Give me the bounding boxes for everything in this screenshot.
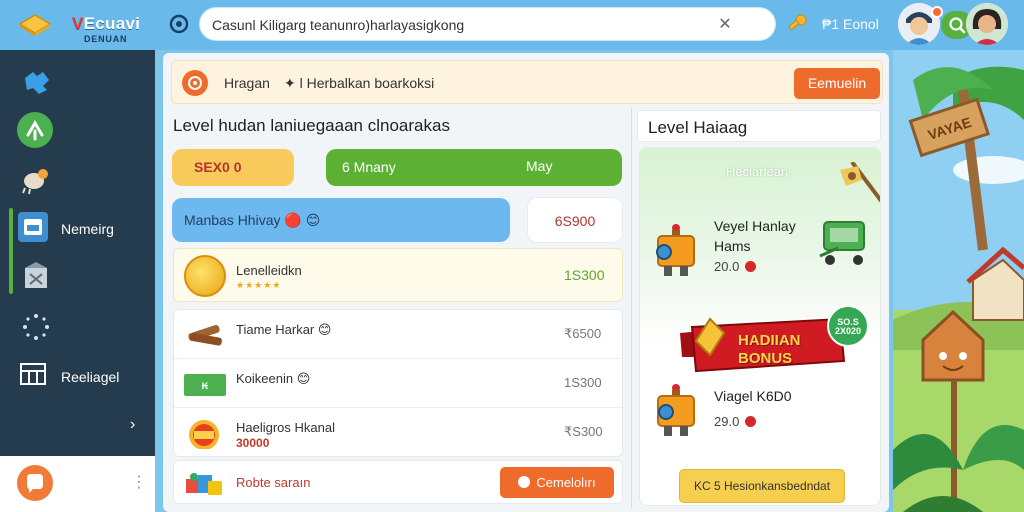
right-header: Level Haiaag — [637, 110, 881, 142]
claim-icon — [518, 476, 531, 488]
dots-icon[interactable]: ⋮ — [131, 472, 147, 492]
item-value: ₹6500 — [564, 326, 602, 341]
profile-avatar[interactable] — [966, 3, 1008, 45]
ticket-glyph: ₭ — [202, 381, 209, 391]
chat-bubble-icon — [27, 474, 43, 493]
puzzle-icon[interactable] — [19, 64, 53, 98]
alert-icon — [182, 70, 208, 96]
cart-icon[interactable] — [816, 216, 872, 268]
list-item[interactable]: ₭ Koikeenin 😊 1S300 — [174, 359, 624, 408]
sparkle-icon[interactable] — [19, 310, 53, 344]
panel-header: Heclarlean — [726, 164, 789, 179]
tools-icon[interactable] — [16, 111, 54, 149]
scenery-panel: VAYAE — [893, 50, 1024, 512]
bonus-label-line1: HADIIAN — [738, 332, 801, 349]
item-value: 1S300 — [564, 375, 602, 390]
item-name: Tiame Harkar 😊 — [236, 322, 332, 337]
quest-value: 6S900 — [527, 197, 623, 243]
list-item[interactable]: Haeligros Hkanal 30000 ₹S300 — [174, 408, 624, 457]
announcement-banner: Hragan ✦ l Herbalkan boarkoksi Eemuelin — [171, 60, 883, 104]
reward-title: Robte saraın — [236, 475, 311, 490]
logo-subtitle: DENUAN — [84, 34, 128, 44]
close-icon[interactable]: ✕ — [716, 14, 734, 34]
item-name: Koikeenin 😊 — [236, 371, 311, 386]
robot-icon-2[interactable] — [650, 382, 700, 440]
gift-pile-icon — [186, 473, 222, 495]
sidebar-footer: ⋮ — [0, 456, 155, 512]
sidebar: Nemeirg Reeliagel › — [0, 50, 155, 456]
gold-coin-icon — [184, 255, 226, 297]
treasure-chest-icon — [189, 420, 219, 449]
claim-button[interactable]: Cemelolırı — [500, 467, 614, 498]
grid-icon — [20, 363, 46, 385]
column-divider — [631, 108, 632, 508]
sidebar-item-label: Nemeirg — [61, 221, 114, 237]
level-item-value-2-text: 29.0 — [714, 414, 740, 429]
bonus-label-line2: BONUS — [738, 350, 793, 367]
item-list: Tiame Harkar 😊 ₹6500 ₭ Koikeenin 😊 1S300… — [173, 309, 624, 457]
wood-icon — [188, 325, 222, 346]
bag-icon[interactable] — [19, 258, 53, 292]
featured-item-card[interactable]: Lenelleidkn ★★★★★ 1S300 — [173, 248, 623, 302]
tropical-scenery-illustration: VAYAE — [893, 50, 1024, 512]
chevron-right-icon[interactable]: › — [130, 416, 135, 434]
notification-badge — [931, 6, 943, 18]
level-cta-button[interactable]: KC 5 Hesionkansbedndat — [679, 469, 845, 503]
level-item-name-2: Viagel K6D0 — [714, 388, 792, 404]
banner-action-button[interactable]: Eemuelin — [794, 68, 880, 99]
level-item-value: 20.0 — [714, 259, 757, 274]
bonus-badge: SO.S 2X020 — [827, 305, 869, 347]
energy-pill-label: 6 Mnany — [342, 159, 396, 175]
right-title: Level Haiaag — [648, 118, 748, 137]
top-bar: VEcuavi DENUAN Casunl Kiligarg teanunro)… — [0, 0, 1024, 50]
home-icon[interactable] — [168, 13, 190, 35]
app-logo[interactable]: VEcuavi DENUAN — [14, 8, 154, 44]
level-item-value-2: 29.0 — [714, 414, 757, 429]
calendar-icon — [18, 212, 48, 242]
robot-icon[interactable] — [650, 222, 700, 280]
sidebar-item-label: Reeliagel — [61, 369, 120, 385]
sidebar-item-nemeirg[interactable]: Nemeirg — [0, 208, 155, 248]
banner-subtitle: ✦ l Herbalkan boarkoksi — [284, 75, 435, 91]
list-item[interactable]: Tiame Harkar 😊 ₹6500 — [174, 310, 624, 359]
level-item-value-text: 20.0 — [714, 259, 740, 274]
left-column: Level hudan laniuegaaan clnoarakas SEX0 … — [171, 108, 631, 510]
logo-mark-icon — [18, 14, 52, 36]
pennant-icon — [840, 162, 880, 202]
bonus-label: HADIIAN BONUS — [738, 332, 801, 368]
energy-pill-value: May — [526, 158, 553, 174]
search-bar: Casunl Kiligarg teanunro)harlayasigkong … — [199, 7, 973, 41]
section-title: Level hudan laniuegaaan clnoarakas — [173, 116, 450, 135]
chat-icon[interactable] — [17, 465, 53, 501]
energy-pill[interactable]: 6 Mnany May — [326, 149, 622, 186]
ticket-icon: ₭ — [184, 374, 226, 396]
banner-title: Hragan — [224, 75, 270, 91]
sidebar-item-reeliagel[interactable]: Reeliagel — [0, 356, 155, 396]
logo-title-v: V — [72, 14, 84, 33]
level-panel: Heclarlean Veyel Hanlay Hams 20.0 HADIIA… — [639, 147, 881, 506]
search-input[interactable]: Casunl Kiligarg teanunro)harlayasigkong — [212, 17, 464, 33]
profile-face-icon — [966, 3, 1008, 45]
featured-item-name: Lenelleidkn — [236, 263, 302, 278]
gem-icon — [745, 416, 757, 427]
item-name: Haeligros Hkanal — [236, 420, 335, 435]
reward-card: Robte saraın Cemelolırı — [173, 460, 623, 504]
alert-glyph-icon — [188, 76, 202, 90]
quest-pill[interactable]: Manbas Hhivay 🔴 😊 — [172, 198, 510, 242]
star-rating: ★★★★★ — [236, 280, 282, 290]
logo-title-rest: Ecuavi — [83, 14, 141, 33]
item-subvalue: 30000 — [236, 436, 270, 450]
gem-icon — [745, 261, 757, 272]
item-value: ₹S300 — [564, 424, 603, 439]
coins-label[interactable]: ₱1 Eonol — [822, 16, 879, 32]
key-icon[interactable] — [786, 12, 810, 36]
featured-item-value: 1S300 — [564, 267, 605, 283]
claim-button-label: Cemelolırı — [536, 475, 596, 490]
right-column: Level Haiaag Heclarlean Veyel Hanlay Ham… — [637, 110, 881, 508]
bird-icon[interactable] — [19, 162, 53, 196]
main-panel: Hragan ✦ l Herbalkan boarkoksi Eemuelin … — [163, 53, 889, 512]
logo-title: VEcuavi — [72, 14, 140, 34]
coin-pill[interactable]: SEX0 0 — [172, 149, 294, 186]
